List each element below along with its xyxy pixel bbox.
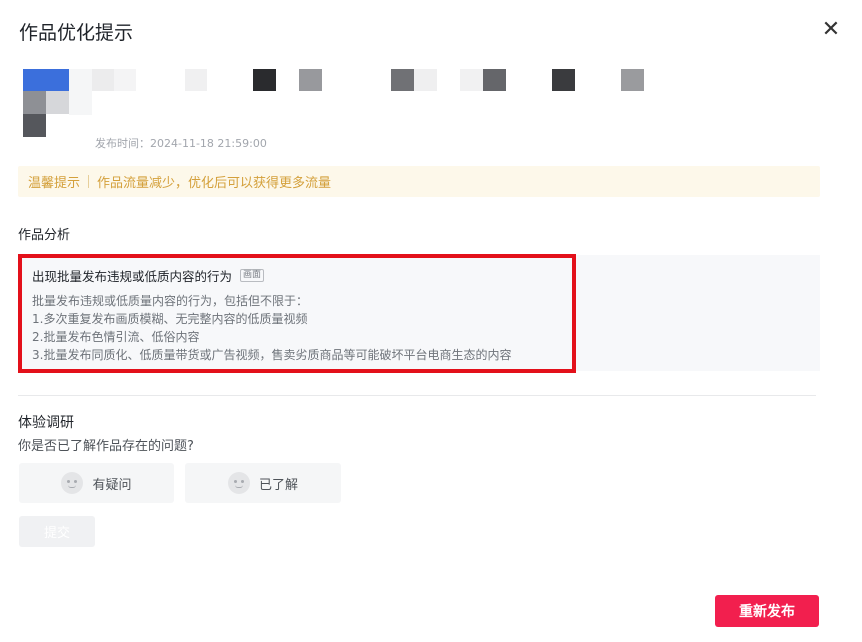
tip-text: 作品流量减少，优化后可以获得更多流量 [97, 176, 332, 191]
survey-title: 体验调研 [18, 415, 74, 431]
tip-bar: 温馨提示 作品流量减少，优化后可以获得更多流量 [18, 166, 820, 197]
tip-divider [88, 175, 90, 188]
option-have-question-button[interactable]: 有疑问 [19, 463, 174, 503]
issue-line: 批量发布违规或低质量内容的行为，包括但不限于： [32, 294, 309, 308]
smile-face-icon [227, 472, 250, 494]
option-label: 已了解 [258, 477, 298, 493]
divider [18, 395, 816, 396]
tip-label: 温馨提示 [28, 176, 81, 191]
issue-line: 3.批量发布同质化、低质量带货或广告视频，售卖劣质商品等可能破坏平台电商生态的内… [32, 348, 512, 362]
republish-button[interactable]: 重新发布 [715, 595, 819, 627]
analysis-section-title: 作品分析 [18, 228, 71, 243]
close-icon[interactable]: ✕ [820, 19, 842, 41]
submit-button[interactable]: 提交 [19, 516, 95, 547]
option-label: 有疑问 [92, 477, 132, 493]
issue-tag: 画面 [240, 269, 265, 282]
issue-title: 出现批量发布违规或低质内容的行为 [32, 269, 233, 284]
issue-line: 2.批量发布色情引流、低俗内容 [32, 330, 200, 344]
confused-face-icon [61, 472, 84, 494]
option-understood-button[interactable]: 已了解 [185, 463, 341, 503]
dialog-title: 作品优化提示 [19, 22, 134, 44]
analysis-issue-card: 出现批量发布违规或低质内容的行为 画面 批量发布违规或低质量内容的行为，包括但不… [18, 254, 576, 373]
publish-time: 发布时间：2024-11-18 21:59:00 [95, 137, 267, 150]
survey-question: 你是否已了解作品存在的问题? [18, 439, 194, 454]
issue-line: 1.多次重复发布画质模糊、无完整内容的低质量视频 [32, 312, 308, 326]
